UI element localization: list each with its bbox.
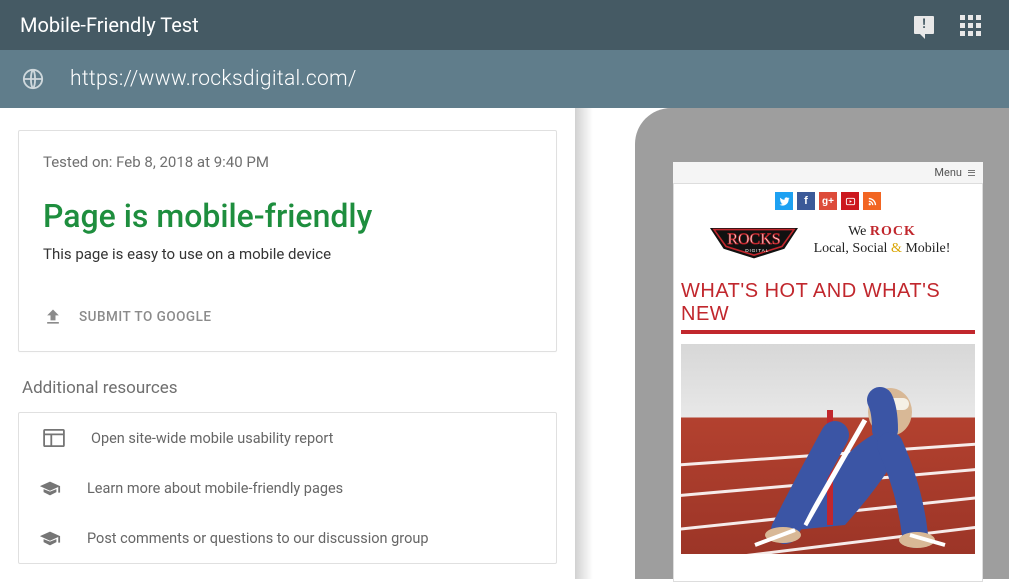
- app-header: Mobile-Friendly Test !: [0, 0, 1009, 50]
- tagline-line2b: Mobile!: [902, 241, 951, 256]
- url-bar: https://www.rocksdigital.com/: [0, 50, 1009, 108]
- resource-item-learn-more[interactable]: Learn more about mobile-friendly pages: [39, 463, 536, 513]
- rocks-logo: ROCKS DIGITAL: [706, 220, 802, 260]
- feedback-icon[interactable]: !: [914, 16, 934, 34]
- results-column: Tested on: Feb 8, 2018 at 9:40 PM Page i…: [0, 108, 575, 579]
- globe-icon: [22, 68, 44, 90]
- upload-icon: [43, 307, 63, 327]
- resource-item-discussion[interactable]: Post comments or questions to our discus…: [39, 513, 536, 563]
- rss-icon: [863, 192, 881, 210]
- resource-text: Post comments or questions to our discus…: [87, 530, 428, 547]
- resources-card: Open site-wide mobile usability report L…: [18, 412, 557, 564]
- status-title: Page is mobile-friendly: [43, 197, 532, 235]
- preview-menu-label: Menu: [934, 166, 962, 179]
- runner-illustration: [735, 350, 965, 550]
- content-area: Tested on: Feb 8, 2018 at 9:40 PM Page i…: [0, 108, 1009, 579]
- svg-text:DIGITAL: DIGITAL: [745, 248, 769, 254]
- youtube-icon: [841, 192, 859, 210]
- resource-text: Open site-wide mobile usability report: [91, 430, 333, 447]
- preview-article-image: [681, 344, 975, 554]
- tagline-amp: &: [891, 241, 902, 256]
- svg-text:ROCKS: ROCKS: [727, 231, 780, 248]
- tagline-pre: We: [848, 224, 870, 239]
- submit-to-google-button[interactable]: SUBMIT TO GOOGLE: [43, 307, 532, 337]
- resource-text: Learn more about mobile-friendly pages: [87, 480, 343, 497]
- facebook-icon: f: [797, 192, 815, 210]
- tagline-line2a: Local, Social: [814, 241, 891, 256]
- hamburger-icon: [968, 170, 975, 176]
- preview-tagline: We ROCK Local, Social & Mobile!: [814, 223, 951, 258]
- header-actions: !: [914, 15, 989, 36]
- result-card: Tested on: Feb 8, 2018 at 9:40 PM Page i…: [18, 130, 557, 352]
- school-icon: [39, 529, 61, 547]
- resource-item-usability-report[interactable]: Open site-wide mobile usability report: [39, 413, 536, 463]
- phone-screen: Menu f g+: [673, 162, 983, 582]
- preview-brand-row: ROCKS DIGITAL We ROCK Local, Social & Mo…: [673, 216, 983, 270]
- preview-column: Menu f g+: [575, 108, 1009, 579]
- googleplus-icon: g+: [819, 192, 837, 210]
- tagline-rock: ROCK: [870, 224, 916, 239]
- preview-section-rule: [681, 330, 975, 334]
- preview-menu-bar: Menu: [673, 162, 983, 184]
- resources-heading: Additional resources: [22, 378, 557, 398]
- status-subtitle: This page is easy to use on a mobile dev…: [43, 245, 532, 263]
- preview-section-title: WHAT'S HOT AND WHAT'S NEW: [673, 270, 983, 330]
- school-icon: [39, 479, 61, 497]
- divider-shadow: [575, 108, 593, 579]
- twitter-icon: [775, 192, 793, 210]
- apps-icon[interactable]: [960, 15, 981, 36]
- url-input[interactable]: https://www.rocksdigital.com/: [70, 67, 357, 91]
- preview-social-row: f g+: [673, 184, 983, 216]
- web-icon: [43, 429, 65, 447]
- app-title: Mobile-Friendly Test: [20, 13, 914, 37]
- tested-on-text: Tested on: Feb 8, 2018 at 9:40 PM: [43, 153, 532, 171]
- submit-label: SUBMIT TO GOOGLE: [79, 309, 212, 325]
